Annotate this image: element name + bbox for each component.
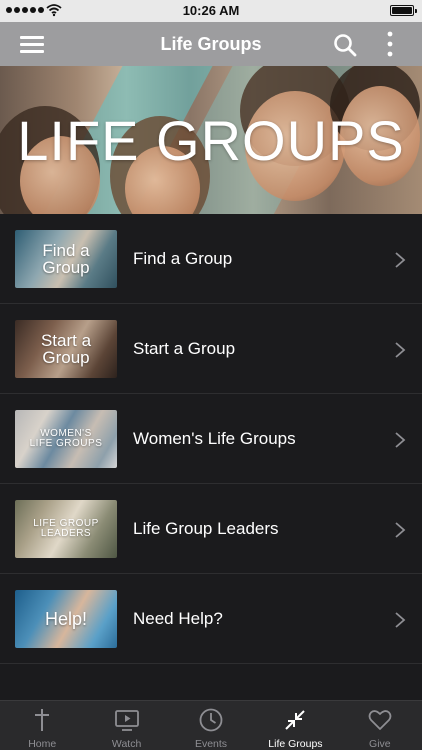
- chevron-right-icon: [395, 612, 406, 628]
- thumbnail-caption: Help!: [15, 610, 117, 628]
- thumbnail-caption: Find a Group: [15, 242, 117, 276]
- thumbnail-caption-line: Group: [42, 348, 90, 367]
- status-time: 10:26 AM: [182, 3, 240, 18]
- heart-icon: [368, 710, 392, 730]
- list-item-label: Start a Group: [133, 339, 236, 358]
- tab-life-groups[interactable]: Life Groups: [253, 701, 337, 750]
- status-bar: 10:26 AM: [0, 0, 422, 22]
- chevron-right-icon: [395, 522, 406, 538]
- tab-label: Give: [369, 738, 391, 750]
- chevron-right-icon: [395, 342, 406, 358]
- tab-label: Watch: [111, 738, 142, 750]
- chevron-right-icon: [395, 432, 406, 448]
- tab-label: Life Groups: [268, 738, 323, 750]
- hero-title: LIFE GROUPS: [17, 109, 405, 172]
- play-screen-icon: [114, 710, 139, 731]
- life-group-leaders-thumbnail: LIFE GROUP LEADERS: [15, 500, 117, 558]
- tab-bar: Home Watch Events Life Groups Give: [0, 700, 422, 750]
- list-item-womens-life-groups[interactable]: WOMEN'S LIFE GROUPS Women's Life Groups: [0, 394, 422, 484]
- tab-watch[interactable]: Watch: [84, 701, 168, 750]
- list-item-find-a-group[interactable]: Find a Group Find a Group: [0, 214, 422, 304]
- clock-icon: [199, 708, 223, 732]
- list-item-label: Women's Life Groups: [133, 429, 296, 448]
- thumbnail-caption-line: LIFE GROUPS: [29, 438, 103, 449]
- list-item-start-a-group[interactable]: Start a Group Start a Group: [0, 304, 422, 394]
- womens-life-groups-thumbnail: WOMEN'S LIFE GROUPS: [15, 410, 117, 468]
- need-help-thumbnail: Help!: [15, 590, 117, 648]
- list-item-label: Find a Group: [133, 249, 233, 268]
- battery-icon: [390, 5, 417, 16]
- find-a-group-thumbnail: Find a Group: [15, 230, 117, 288]
- chevron-right-icon: [395, 252, 406, 268]
- hero-banner: LIFE GROUPS: [0, 66, 422, 214]
- tab-events[interactable]: Events: [169, 701, 253, 750]
- thumbnail-caption-line: Find a: [42, 241, 90, 260]
- list-item-need-help[interactable]: Help! Need Help?: [0, 574, 422, 664]
- page-title: Life Groups: [160, 34, 262, 54]
- start-a-group-thumbnail: Start a Group: [15, 320, 117, 378]
- thumbnail-caption-line: Group: [42, 258, 90, 277]
- thumbnail-caption-line: Start a: [40, 331, 92, 350]
- menu-list: Find a Group Find a Group Start a Group …: [0, 214, 422, 664]
- collapse-arrows-icon: [285, 710, 306, 730]
- search-icon[interactable]: [332, 32, 358, 58]
- more-options-icon[interactable]: [378, 30, 402, 58]
- tab-give[interactable]: Give: [338, 701, 422, 750]
- list-item-label: Life Group Leaders: [133, 519, 279, 538]
- thumbnail-caption: Start a Group: [15, 332, 117, 366]
- list-item-label: Need Help?: [133, 609, 223, 628]
- tab-label: Events: [194, 738, 228, 750]
- thumbnail-caption-line: LEADERS: [40, 528, 92, 539]
- tab-label: Home: [28, 738, 57, 750]
- tab-home[interactable]: Home: [0, 701, 84, 750]
- thumbnail-caption: LIFE GROUP LEADERS: [15, 519, 117, 539]
- thumbnail-caption: WOMEN'S LIFE GROUPS: [15, 429, 117, 449]
- thumbnail-caption-line: Help!: [44, 609, 88, 629]
- nav-bar: Life Groups: [0, 22, 422, 66]
- list-item-life-group-leaders[interactable]: LIFE GROUP LEADERS Life Group Leaders: [0, 484, 422, 574]
- cross-icon: [35, 709, 50, 731]
